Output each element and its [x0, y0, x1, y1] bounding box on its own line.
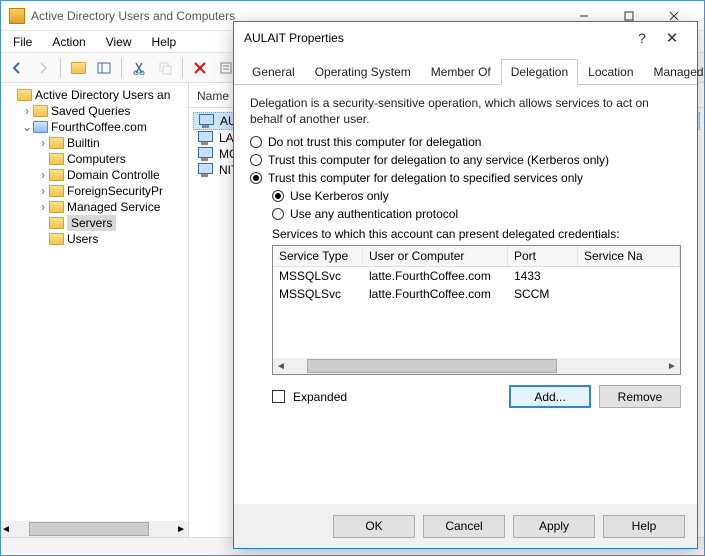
radio-icon — [250, 136, 262, 148]
col-port[interactable]: Port — [508, 246, 578, 266]
delegation-info-text: Delegation is a security-sensitive opera… — [250, 95, 681, 127]
apply-button[interactable]: Apply — [513, 515, 595, 538]
folder-icon — [49, 169, 64, 181]
tree-builtin[interactable]: ›Builtin — [37, 135, 186, 151]
tree-root[interactable]: Active Directory Users an — [5, 87, 186, 103]
folder-icon — [49, 233, 64, 245]
ok-button[interactable]: OK — [333, 515, 415, 538]
show-hide-pane-button[interactable] — [92, 56, 116, 80]
tree-domain[interactable]: ⌄FourthCoffee.com — [21, 119, 186, 135]
tree-fsp[interactable]: ›ForeignSecurityPr — [37, 183, 186, 199]
computer-icon — [197, 147, 213, 161]
folder-icon — [49, 153, 64, 165]
services-table: Service Type User or Computer Port Servi… — [272, 245, 681, 375]
computer-icon — [198, 114, 214, 128]
aduc-icon — [17, 89, 32, 101]
radio-icon — [272, 208, 284, 220]
tab-operating-system[interactable]: Operating System — [305, 59, 421, 85]
menu-help[interactable]: Help — [144, 33, 185, 51]
folder-icon — [49, 137, 64, 149]
dialog-titlebar: AULAIT Properties ? ✕ — [234, 22, 697, 54]
tab-delegation[interactable]: Delegation — [501, 59, 578, 85]
dialog-title: AULAIT Properties — [244, 31, 627, 45]
tab-managed-by[interactable]: Managed By — [644, 59, 705, 85]
domain-icon — [33, 121, 48, 133]
radio-kerberos-only[interactable]: Use Kerberos only — [272, 189, 681, 203]
services-table-label: Services to which this account can prese… — [272, 227, 681, 241]
dialog-help-button[interactable]: ? — [627, 30, 657, 46]
folder-icon — [49, 217, 64, 229]
tree-horizontal-scrollbar[interactable]: ◄► — [1, 521, 188, 537]
add-button[interactable]: Add... — [509, 385, 591, 408]
folder-icon — [33, 105, 48, 117]
radio-icon — [250, 172, 262, 184]
tree-msa[interactable]: ›Managed Service — [37, 199, 186, 215]
up-level-button[interactable] — [66, 56, 90, 80]
computer-icon — [197, 163, 213, 177]
col-service-type[interactable]: Service Type — [273, 246, 363, 266]
table-row[interactable]: MSSQLSvc latte.FourthCoffee.com 1433 — [273, 267, 680, 285]
remove-button[interactable]: Remove — [599, 385, 681, 408]
col-service-name[interactable]: Service Na — [578, 246, 680, 266]
help-button[interactable]: Help — [603, 515, 685, 538]
forward-button[interactable] — [31, 56, 55, 80]
tree-computers[interactable]: Computers — [37, 151, 186, 167]
cut-button[interactable] — [127, 56, 151, 80]
table-row[interactable]: MSSQLSvc latte.FourthCoffee.com SCCM — [273, 285, 680, 303]
tree-pane: Active Directory Users an ›Saved Queries… — [1, 83, 189, 537]
radio-specified[interactable]: Trust this computer for delegation to sp… — [250, 171, 681, 185]
folder-icon — [49, 185, 64, 197]
tab-location[interactable]: Location — [578, 59, 643, 85]
menu-action[interactable]: Action — [44, 33, 93, 51]
computer-icon — [197, 131, 213, 145]
col-user-or-computer[interactable]: User or Computer — [363, 246, 508, 266]
radio-no-trust[interactable]: Do not trust this computer for delegatio… — [250, 135, 681, 149]
radio-icon — [272, 190, 284, 202]
delete-button[interactable] — [188, 56, 212, 80]
tree-domain-controllers[interactable]: ›Domain Controlle — [37, 167, 186, 183]
radio-any-auth[interactable]: Use any authentication protocol — [272, 207, 681, 221]
radio-icon — [250, 154, 262, 166]
properties-dialog: AULAIT Properties ? ✕ General Operating … — [233, 21, 698, 549]
main-window: Active Directory Users and Computers Fil… — [0, 0, 705, 556]
tree-saved-queries[interactable]: ›Saved Queries — [21, 103, 186, 119]
expanded-label: Expanded — [293, 390, 347, 404]
folder-icon — [49, 201, 64, 213]
tree-users[interactable]: Users — [37, 231, 186, 247]
radio-any-service[interactable]: Trust this computer for delegation to an… — [250, 153, 681, 167]
menu-file[interactable]: File — [5, 33, 40, 51]
copy-button[interactable] — [153, 56, 177, 80]
dialog-close-button[interactable]: ✕ — [657, 29, 687, 47]
app-icon — [9, 8, 25, 24]
tabstrip: General Operating System Member Of Deleg… — [234, 58, 697, 85]
table-horizontal-scrollbar[interactable]: ◄► — [273, 358, 680, 374]
back-button[interactable] — [5, 56, 29, 80]
dialog-button-bar: OK Cancel Apply Help — [234, 504, 697, 548]
tab-general[interactable]: General — [242, 59, 305, 85]
cancel-button[interactable]: Cancel — [423, 515, 505, 538]
tab-member-of[interactable]: Member Of — [421, 59, 501, 85]
expanded-checkbox[interactable] — [272, 390, 285, 403]
menu-view[interactable]: View — [98, 33, 140, 51]
tree-servers[interactable]: Servers — [37, 215, 186, 231]
